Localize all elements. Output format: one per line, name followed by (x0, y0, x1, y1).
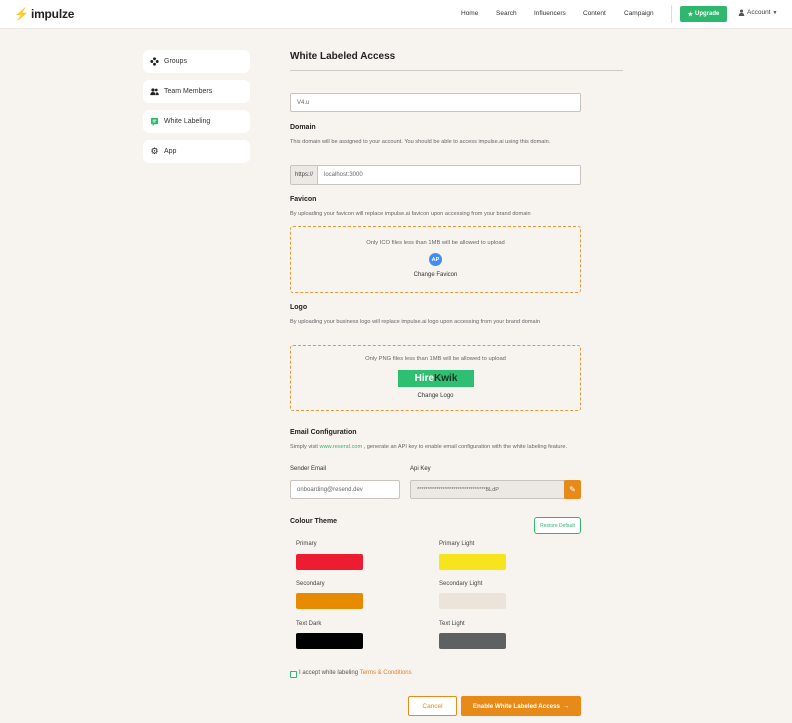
sidebar-item-app[interactable]: ⚙ App (143, 140, 250, 163)
enable-label: Enable White Labeled Access (472, 702, 560, 710)
bolt-icon: ⚡ (14, 7, 29, 21)
primary-light-color-swatch[interactable] (439, 554, 506, 570)
email-config-label: Email Configuration (290, 429, 357, 436)
logo-preview: Hire Kwik (398, 370, 474, 387)
nav-search[interactable]: Search (496, 10, 517, 17)
secondary-color-swatch[interactable] (296, 593, 363, 609)
secondary-color-label: Secondary (296, 581, 325, 587)
sidebar-item-groups[interactable]: Groups (143, 50, 250, 73)
primary-color-label: Primary (296, 541, 317, 547)
domain-label: Domain (290, 124, 316, 131)
secondary-light-color-label: Secondary Light (439, 581, 483, 587)
logo-preview-part1: Hire (414, 373, 435, 384)
nav-divider (671, 5, 672, 23)
sidebar-item-label: White Labeling (164, 118, 211, 125)
terms-link[interactable]: Terms & Conditions (360, 670, 412, 676)
sidebar-item-label: App (164, 148, 177, 155)
domain-prefix: https:// (290, 165, 318, 185)
change-logo-button[interactable]: Change Logo (291, 393, 580, 399)
email-config-help: Simply visit www.resend.com , generate a… (290, 443, 580, 452)
star-icon: ★ (687, 11, 694, 18)
logo-help: By uploading your business logo will rep… (290, 319, 540, 325)
nav-influencers[interactable]: Influencers (534, 10, 566, 17)
secondary-light-color-swatch[interactable] (439, 593, 506, 609)
favicon-note: Only ICO files less than 1MB will be all… (366, 240, 505, 246)
favicon-label: Favicon (290, 196, 317, 203)
groups-icon (150, 57, 159, 66)
email-help-suffix: , generate an API key to enable email co… (363, 444, 568, 450)
gear-icon: ⚙ (150, 146, 159, 156)
colour-theme-label: Colour Theme (290, 518, 338, 525)
resend-link[interactable]: www.resend.com (320, 444, 363, 450)
text-dark-color-swatch[interactable] (296, 633, 363, 649)
text-light-color-swatch[interactable] (439, 633, 506, 649)
user-icon (738, 9, 745, 16)
change-favicon-button[interactable]: Change Favicon (291, 272, 580, 278)
brand-name: impulze (30, 7, 75, 21)
upgrade-label: Upgrade (695, 11, 720, 17)
sender-email-input[interactable]: onboarding@resend.dev (290, 480, 400, 499)
domain-input[interactable]: localhost:3000 (317, 165, 581, 185)
text-light-color-label: Text Light (439, 621, 465, 627)
sidebar-item-white-labeling[interactable]: White Labeling (143, 110, 250, 133)
api-key-label: Api Key (410, 466, 431, 472)
nav-home[interactable]: Home (461, 10, 478, 17)
favicon-upload-area[interactable]: Only ICO files less than 1MB will be all… (290, 226, 581, 293)
api-key-value: ********************************BLdP (417, 486, 499, 493)
favicon-preview-icon: AP (429, 253, 442, 266)
sidebar-item-label: Groups (164, 58, 187, 65)
team-members-icon (150, 88, 159, 96)
enable-white-labeled-access-button[interactable]: Enable White Labeled Access → (461, 696, 581, 716)
terms-prefix: I accept white labeling (299, 670, 359, 676)
sidebar-item-team-members[interactable]: Team Members (143, 80, 250, 103)
primary-light-color-label: Primary Light (439, 541, 475, 547)
sender-email-label: Sender Email (290, 466, 327, 472)
cancel-button[interactable]: Cancel (408, 696, 457, 716)
sidebar-item-label: Team Members (164, 88, 213, 95)
pencil-icon: ✎ (569, 485, 576, 494)
upgrade-button[interactable]: ★ Upgrade (680, 6, 727, 22)
name-input-value: V4.u (297, 99, 310, 106)
primary-color-swatch[interactable] (296, 554, 363, 570)
email-help-prefix: Simply visit (290, 444, 318, 450)
domain-help: This domain will be assigned to your acc… (290, 139, 551, 145)
name-input[interactable]: V4.u (290, 93, 581, 112)
logo-label: Logo (290, 304, 308, 311)
text-dark-color-label: Text Dark (296, 621, 322, 627)
account-menu[interactable]: Account ▼ (738, 9, 777, 16)
terms-text: I accept white labeling Terms & Conditio… (299, 670, 412, 676)
account-label: Account (747, 9, 771, 16)
restore-default-button[interactable]: Restore Default (534, 517, 581, 534)
domain-input-value: localhost:3000 (324, 172, 363, 178)
logo-upload-area[interactable]: Only PNG files less than 1MB will be all… (290, 345, 581, 411)
nav-campaign[interactable]: Campaign (624, 10, 654, 17)
sender-email-value: onboarding@resend.dev (297, 486, 363, 493)
title-divider (290, 70, 623, 71)
page-title: White Labeled Access (290, 51, 396, 62)
edit-api-key-button[interactable]: ✎ (564, 480, 581, 499)
white-labeling-icon (150, 117, 159, 126)
logo-note: Only PNG files less than 1MB will be all… (365, 356, 506, 362)
favicon-help: By uploading your favicon will replace i… (290, 211, 531, 217)
top-bar: ⚡ impulze Home Search Influencers Conten… (0, 0, 792, 29)
arrow-right-icon: → (562, 702, 570, 710)
terms-checkbox[interactable] (290, 671, 297, 678)
chevron-down-icon: ▼ (772, 9, 778, 16)
brand-logo[interactable]: ⚡ impulze (14, 7, 74, 21)
logo-preview-part2: Kwik (434, 373, 458, 384)
nav-content[interactable]: Content (583, 10, 606, 17)
api-key-input[interactable]: ********************************BLdP (410, 480, 565, 499)
